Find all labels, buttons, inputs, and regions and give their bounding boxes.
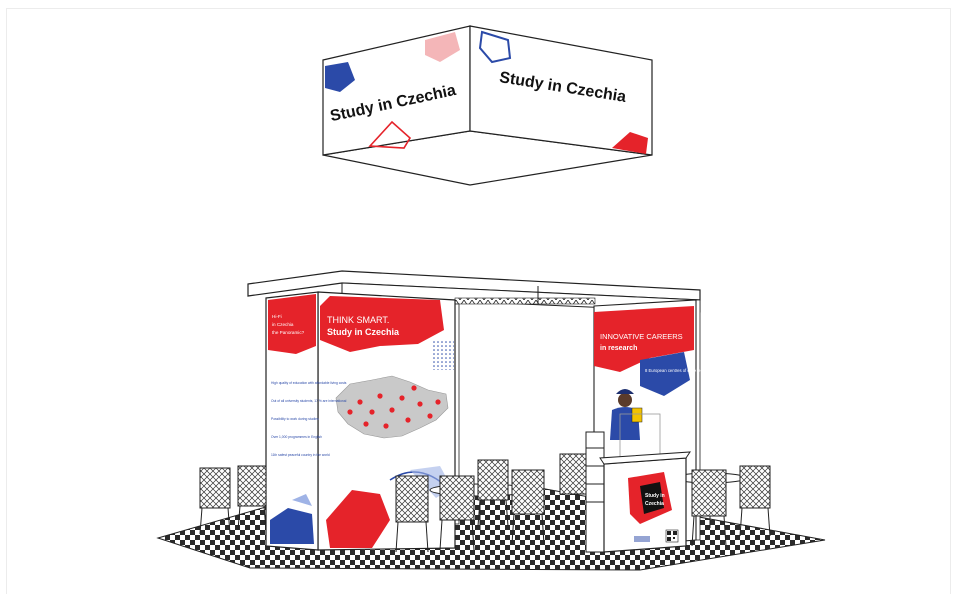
left-panel-bullet-1: High quality of education with affordabl… (271, 381, 347, 385)
center-panel-subheadline: Study in Czechia (327, 327, 400, 337)
left-panel-bullet-3: Possibility to work during studies (271, 417, 319, 421)
left-panel-bullet-2: Out of all university students, 17 % are… (271, 399, 347, 403)
left-panel-title-2: in Czechia (272, 322, 294, 327)
hanging-banner: Study in Czechia Study in Czechia (322, 25, 653, 186)
left-panel-bullet-5: 11th safest peaceful country in the worl… (271, 453, 330, 457)
right-panel-bubble-text: 8 European centres of excellence (645, 368, 708, 373)
left-panel-title-3: the Panoramic? (272, 330, 305, 335)
booth-illustration: Study in Czechia Study in Czechia INNOVA… (0, 0, 955, 594)
center-panel-headline: THINK SMART. (327, 315, 389, 325)
center-panel: THINK SMART. Study in Czechia (317, 291, 456, 551)
counter-logo-line2: Czechia (645, 501, 664, 507)
left-panel-title-1: Hi-Fi (272, 314, 282, 319)
right-panel-headline: INNOVATIVE CAREERS (600, 332, 683, 341)
qr-code-icon (665, 529, 679, 543)
booth-svg: Study in Czechia Study in Czechia INNOVA… (156, 25, 826, 571)
counter-logo-line1: Study in (645, 493, 665, 499)
left-panel-bullet-4: Over 1,000 programmes in English (271, 435, 322, 439)
info-counter: Study in Czechia (599, 451, 691, 553)
right-panel-subheadline: in research (600, 345, 637, 352)
roof-truss (454, 297, 596, 305)
center-panel-dots (432, 340, 454, 370)
